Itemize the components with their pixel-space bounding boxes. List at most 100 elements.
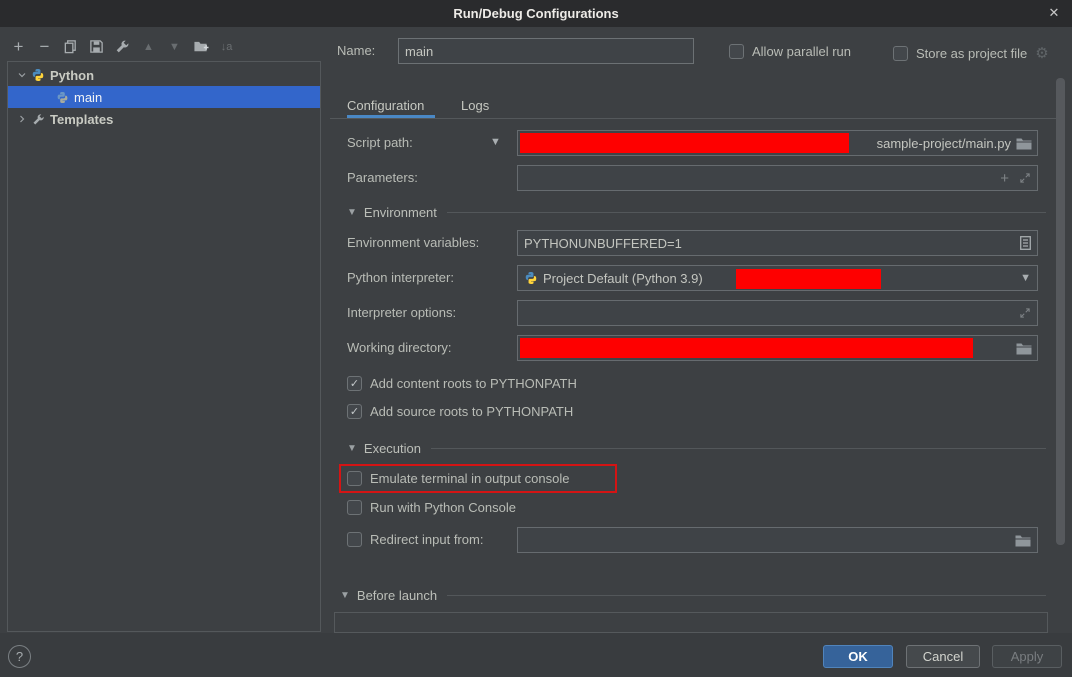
interpreter-options-input[interactable] bbox=[517, 300, 1038, 326]
store-as-project-file-checkbox[interactable] bbox=[893, 46, 908, 61]
emulate-terminal-row: Emulate terminal in output console bbox=[347, 471, 569, 486]
close-icon[interactable]: ✕ bbox=[1044, 3, 1064, 23]
expand-field-icon[interactable] bbox=[1019, 172, 1031, 184]
before-launch-section-header[interactable]: ▼ Before launch bbox=[340, 588, 1046, 603]
collapse-triangle-icon[interactable]: ▼ bbox=[347, 443, 357, 454]
python-icon bbox=[524, 271, 538, 285]
redirect-input-checkbox[interactable] bbox=[347, 532, 362, 547]
script-path-value: sample-project/main.py bbox=[877, 136, 1011, 151]
redirect-input-file-input[interactable] bbox=[517, 527, 1038, 553]
python-interpreter-value: Project Default (Python 3.9) bbox=[543, 271, 703, 286]
tree-item-label: main bbox=[74, 90, 102, 105]
tab-configuration[interactable]: Configuration bbox=[347, 95, 424, 117]
emulate-terminal-checkbox[interactable] bbox=[347, 471, 362, 486]
store-as-project-file-label[interactable]: Store as project file bbox=[916, 46, 1027, 61]
section-rule bbox=[447, 595, 1046, 596]
run-python-console-row: Run with Python Console bbox=[347, 500, 516, 515]
parameters-label: Parameters: bbox=[347, 165, 418, 191]
collapse-triangle-icon[interactable]: ▼ bbox=[347, 207, 357, 218]
python-icon bbox=[30, 67, 46, 83]
redaction-block bbox=[736, 269, 881, 289]
run-python-console-checkbox[interactable] bbox=[347, 500, 362, 515]
name-value: main bbox=[405, 44, 433, 59]
chevron-down-icon[interactable] bbox=[14, 67, 30, 83]
gear-icon[interactable]: ⚙ bbox=[1035, 44, 1048, 62]
folder-icon[interactable] bbox=[1011, 342, 1037, 355]
folder-icon[interactable] bbox=[1011, 137, 1037, 150]
collapse-triangle-icon[interactable]: ▼ bbox=[340, 590, 350, 601]
script-path-label: Script path: bbox=[347, 130, 413, 156]
before-launch-section-title: Before launch bbox=[357, 588, 437, 603]
allow-parallel-run-label[interactable]: Allow parallel run bbox=[752, 44, 851, 59]
save-configuration-icon[interactable] bbox=[88, 37, 105, 56]
tree-item-label: Python bbox=[50, 68, 94, 83]
check-icon: ✓ bbox=[350, 377, 359, 390]
apply-button[interactable]: Apply bbox=[992, 645, 1062, 668]
section-rule bbox=[447, 212, 1046, 213]
copy-configuration-icon[interactable] bbox=[62, 37, 79, 56]
chevron-right-icon[interactable] bbox=[14, 111, 30, 127]
script-path-input[interactable]: sample-project/main.py bbox=[517, 130, 1038, 156]
expand-field-icon[interactable] bbox=[1019, 307, 1031, 319]
parameters-input[interactable]: + bbox=[517, 165, 1038, 191]
environment-variables-input[interactable]: PYTHONUNBUFFERED=1 bbox=[517, 230, 1038, 256]
script-path-type-dropdown-icon[interactable]: ▼ bbox=[490, 136, 501, 148]
add-source-roots-label[interactable]: Add source roots to PYTHONPATH bbox=[370, 404, 573, 419]
new-folder-icon[interactable] bbox=[192, 37, 209, 56]
redaction-block bbox=[520, 338, 973, 358]
add-content-roots-checkbox[interactable]: ✓ bbox=[347, 376, 362, 391]
emulate-terminal-label[interactable]: Emulate terminal in output console bbox=[370, 471, 569, 486]
environment-section-header[interactable]: ▼ Environment bbox=[347, 205, 1046, 220]
wrench-icon bbox=[30, 111, 46, 127]
add-content-roots-label[interactable]: Add content roots to PYTHONPATH bbox=[370, 376, 577, 391]
redirect-input-label[interactable]: Redirect input from: bbox=[370, 532, 483, 547]
run-debug-configurations-dialog: Run/Debug Configurations ✕ + − ▲ ▼ ↓a bbox=[0, 0, 1072, 677]
add-source-roots-checkbox[interactable]: ✓ bbox=[347, 404, 362, 419]
tree-item-python[interactable]: Python bbox=[8, 64, 320, 86]
add-content-roots-row: ✓ Add content roots to PYTHONPATH bbox=[347, 376, 577, 391]
help-icon: ? bbox=[16, 649, 23, 664]
redaction-block bbox=[520, 133, 849, 153]
tree-item-templates[interactable]: Templates bbox=[8, 108, 320, 130]
remove-configuration-button[interactable]: − bbox=[36, 37, 53, 56]
section-rule bbox=[431, 448, 1046, 449]
ok-button[interactable]: OK bbox=[823, 645, 893, 668]
redirect-input-row: Redirect input from: bbox=[347, 532, 483, 547]
before-launch-task-list[interactable] bbox=[334, 612, 1048, 633]
configurations-tree: Python main Templates bbox=[7, 61, 321, 632]
move-up-icon[interactable]: ▲ bbox=[140, 37, 157, 56]
name-label: Name: bbox=[337, 38, 375, 64]
run-python-console-label[interactable]: Run with Python Console bbox=[370, 500, 516, 515]
name-input[interactable]: main bbox=[398, 38, 694, 64]
store-as-project-file-row: Store as project file ⚙ bbox=[893, 44, 1049, 62]
working-directory-label: Working directory: bbox=[347, 335, 452, 361]
help-button[interactable]: ? bbox=[8, 645, 31, 668]
add-macro-icon[interactable]: + bbox=[1000, 170, 1009, 187]
sort-configurations-icon[interactable]: ↓a bbox=[218, 37, 235, 56]
tab-logs[interactable]: Logs bbox=[461, 95, 489, 117]
move-down-icon[interactable]: ▼ bbox=[166, 37, 183, 56]
python-icon bbox=[54, 89, 70, 105]
tree-item-main[interactable]: main bbox=[8, 86, 320, 108]
cancel-button[interactable]: Cancel bbox=[906, 645, 980, 668]
interpreter-options-label: Interpreter options: bbox=[347, 300, 456, 326]
execution-section-header[interactable]: ▼ Execution bbox=[347, 441, 1046, 456]
browse-variables-icon[interactable] bbox=[1020, 236, 1031, 250]
dialog-title: Run/Debug Configurations bbox=[453, 6, 618, 21]
folder-icon[interactable] bbox=[1015, 534, 1031, 547]
working-directory-input[interactable] bbox=[517, 335, 1038, 361]
execution-section-title: Execution bbox=[364, 441, 421, 456]
configurations-toolbar: + − ▲ ▼ ↓a bbox=[10, 37, 235, 56]
allow-parallel-run-checkbox[interactable] bbox=[729, 44, 744, 59]
tree-item-label: Templates bbox=[50, 112, 113, 127]
vertical-scrollbar-thumb[interactable] bbox=[1056, 78, 1065, 545]
environment-section-title: Environment bbox=[364, 205, 437, 220]
edit-templates-icon[interactable] bbox=[114, 37, 131, 56]
python-interpreter-select[interactable]: Project Default (Python 3.9) ▼ bbox=[517, 265, 1038, 291]
check-icon: ✓ bbox=[350, 405, 359, 418]
allow-parallel-run-row: Allow parallel run bbox=[729, 44, 851, 59]
environment-variables-label: Environment variables: bbox=[347, 230, 479, 256]
add-configuration-button[interactable]: + bbox=[10, 37, 27, 56]
interpreter-dropdown-icon[interactable]: ▼ bbox=[1020, 272, 1031, 284]
titlebar: Run/Debug Configurations ✕ bbox=[0, 0, 1072, 27]
